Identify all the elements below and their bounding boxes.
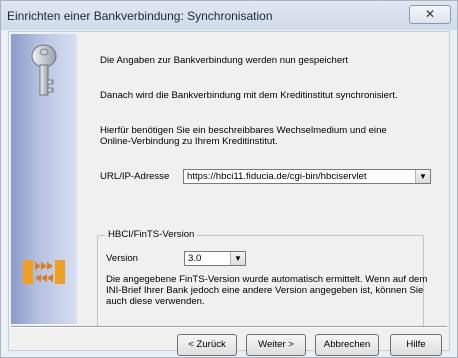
- version-info-line3: auch diese verwenden.: [106, 296, 205, 307]
- url-label: URL/IP-Adresse: [100, 171, 170, 182]
- info-medium-text: Hierfür benötigen Sie ein beschreibbares…: [100, 125, 387, 136]
- version-info-line2: INI-Brief Ihrer Bank jedoch eine andere …: [106, 285, 424, 296]
- chevron-down-icon[interactable]: ▼: [415, 170, 430, 183]
- back-button[interactable]: < Zurück: [177, 334, 237, 356]
- wizard-sidebar: [11, 34, 77, 324]
- cancel-button[interactable]: Abbrechen: [315, 334, 379, 356]
- hbci-group-title: HBCI/FinTS-Version: [105, 229, 198, 240]
- version-combobox[interactable]: 3.0 ▼: [184, 251, 246, 266]
- info-connection-text: Online-Verbindung zu Ihrem Kreditinstitu…: [100, 136, 278, 147]
- chevron-down-icon[interactable]: ▼: [230, 252, 245, 265]
- version-value: 3.0: [188, 253, 202, 264]
- info-saved-text: Die Angaben zur Bankverbindung werden nu…: [100, 55, 349, 66]
- url-value: https://hbci11.fiducia.de/cgi-bin/hbcise…: [187, 171, 367, 182]
- next-button[interactable]: Weiter >: [246, 334, 306, 356]
- close-icon: ✕: [424, 7, 436, 21]
- button-separator: [11, 326, 447, 328]
- close-button[interactable]: ✕: [409, 5, 451, 24]
- dialog-window: Einrichten einer Bankverbindung: Synchro…: [0, 0, 458, 358]
- help-button[interactable]: Hilfe: [390, 334, 442, 356]
- info-sync-text: Danach wird die Bankverbindung mit dem K…: [100, 90, 398, 101]
- key-icon: [31, 44, 57, 96]
- version-info-line1: Die angegebene FinTS-Version wurde autom…: [106, 274, 428, 285]
- title-bar: Einrichten einer Bankverbindung: Synchro…: [1, 1, 457, 30]
- version-label: Version: [106, 253, 138, 264]
- url-combobox[interactable]: https://hbci11.fiducia.de/cgi-bin/hbcise…: [183, 169, 431, 184]
- dialog-content: Die Angaben zur Bankverbindung werden nu…: [8, 31, 450, 356]
- window-title: Einrichten einer Bankverbindung: Synchro…: [7, 9, 273, 23]
- sync-arrows-icon: [23, 260, 65, 284]
